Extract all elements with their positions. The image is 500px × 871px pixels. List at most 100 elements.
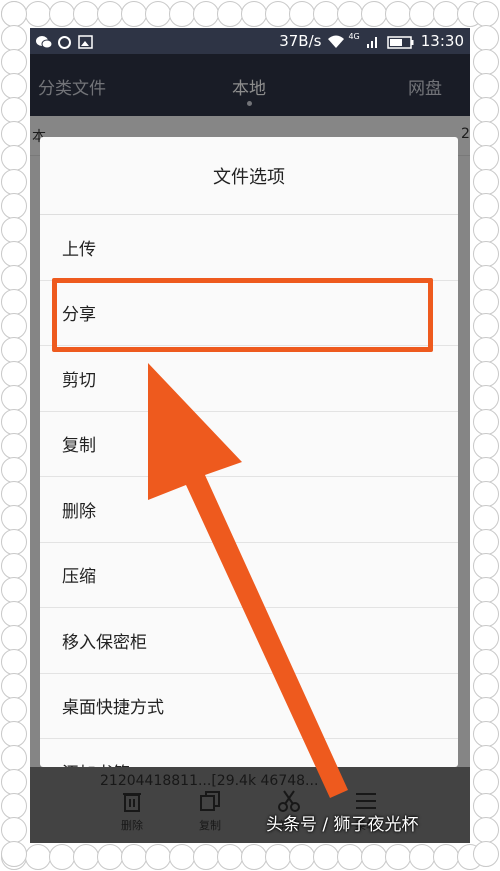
image-icon xyxy=(78,34,93,49)
frame-scallop xyxy=(473,841,499,867)
frame-scallop xyxy=(1,97,27,123)
file-options-dialog: 文件选项 上传 分享 剪切 复制 删除 压缩 移入保密柜 桌面快捷方式 添加书签 xyxy=(40,137,458,767)
frame-scallop xyxy=(1,673,27,699)
frame-scallop xyxy=(121,1,147,27)
frame-scallop xyxy=(473,289,499,315)
frame-scallop xyxy=(1,25,27,51)
menu-item-add-bookmark[interactable]: 添加书签 xyxy=(40,739,458,767)
frame-scallop xyxy=(473,649,499,675)
frame-scallop xyxy=(1,841,27,867)
frame-scallop xyxy=(473,697,499,723)
frame-scallop xyxy=(25,1,51,27)
frame-scallop xyxy=(385,844,411,870)
share-highlight-box xyxy=(52,278,433,352)
frame-scallop xyxy=(289,1,315,27)
network-speed: 37B/s xyxy=(279,32,322,50)
frame-scallop xyxy=(1,169,27,195)
frame-scallop xyxy=(473,745,499,771)
frame-scallop xyxy=(473,481,499,507)
frame-scallop xyxy=(409,1,435,27)
frame-scallop xyxy=(1,385,27,411)
frame-scallop xyxy=(1,745,27,771)
frame-scallop xyxy=(473,313,499,339)
watermark: 头条号 / 狮子夜光杯 xyxy=(266,815,419,835)
frame-scallop xyxy=(409,844,435,870)
frame-scallop xyxy=(473,169,499,195)
frame-scallop xyxy=(1,49,27,75)
frame-scallop xyxy=(433,844,459,870)
frame-scallop xyxy=(361,1,387,27)
menu-item-desktop-shortcut[interactable]: 桌面快捷方式 xyxy=(40,674,458,739)
frame-scallop xyxy=(473,601,499,627)
frame-scallop xyxy=(473,577,499,603)
wechat-icon xyxy=(36,35,53,48)
frame-scallop xyxy=(473,49,499,75)
frame-scallop xyxy=(97,844,123,870)
menu-item-delete[interactable]: 删除 xyxy=(40,477,458,543)
menu-item-cut[interactable]: 剪切 xyxy=(40,346,458,412)
frame-scallop xyxy=(1,145,27,171)
frame-scallop xyxy=(25,844,51,870)
frame-scallop xyxy=(1,457,27,483)
menu-item-compress[interactable]: 压缩 xyxy=(40,543,458,608)
frame-scallop xyxy=(1,313,27,339)
frame-scallop xyxy=(1,817,27,843)
frame-scallop xyxy=(1,721,27,747)
frame-scallop xyxy=(473,265,499,291)
frame-scallop xyxy=(313,1,339,27)
frame-scallop xyxy=(1,73,27,99)
frame-scallop xyxy=(1,601,27,627)
frame-scallop xyxy=(193,844,219,870)
frame-scallop xyxy=(1,625,27,651)
menu-item-upload[interactable]: 上传 xyxy=(40,215,458,281)
frame-scallop xyxy=(217,1,243,27)
frame-scallop xyxy=(121,844,147,870)
frame-scallop xyxy=(473,721,499,747)
frame-scallop xyxy=(473,1,499,27)
frame-scallop xyxy=(73,1,99,27)
frame-scallop xyxy=(217,844,243,870)
frame-scallop xyxy=(473,769,499,795)
frame-scallop xyxy=(1,433,27,459)
frame-scallop xyxy=(49,844,75,870)
frame-scallop xyxy=(1,481,27,507)
frame-scallop xyxy=(473,457,499,483)
frame-scallop xyxy=(97,1,123,27)
menu-item-copy[interactable]: 复制 xyxy=(40,412,458,477)
frame-scallop xyxy=(473,505,499,531)
frame-scallop xyxy=(473,337,499,363)
frame-scallop xyxy=(1,697,27,723)
frame-scallop xyxy=(145,844,171,870)
frame-scallop xyxy=(473,145,499,171)
frame-scallop xyxy=(1,553,27,579)
frame-scallop xyxy=(241,1,267,27)
frame-scallop xyxy=(337,1,363,27)
frame-scallop xyxy=(1,409,27,435)
frame-scallop xyxy=(1,577,27,603)
frame-scallop xyxy=(385,1,411,27)
frame-scallop xyxy=(241,844,267,870)
frame-scallop xyxy=(1,505,27,531)
network-type: 4G xyxy=(348,31,360,41)
frame-scallop xyxy=(145,1,171,27)
frame-scallop xyxy=(433,1,459,27)
sync-icon xyxy=(57,35,72,49)
frame-scallop xyxy=(473,25,499,51)
frame-scallop xyxy=(1,769,27,795)
clock: 13:30 xyxy=(420,32,464,50)
frame-scallop xyxy=(473,817,499,843)
frame-scallop xyxy=(337,844,363,870)
menu-item-move-to-vault[interactable]: 移入保密柜 xyxy=(40,608,458,674)
frame-scallop xyxy=(473,193,499,219)
frame-scallop xyxy=(473,529,499,555)
frame-scallop xyxy=(1,241,27,267)
signal-icon xyxy=(366,35,381,48)
frame-scallop xyxy=(473,625,499,651)
frame-scallop xyxy=(473,385,499,411)
frame-scallop xyxy=(473,361,499,387)
frame-scallop xyxy=(265,1,291,27)
frame-scallop xyxy=(169,1,195,27)
frame-scallop xyxy=(73,844,99,870)
frame-scallop xyxy=(49,1,75,27)
battery-icon xyxy=(387,35,415,49)
